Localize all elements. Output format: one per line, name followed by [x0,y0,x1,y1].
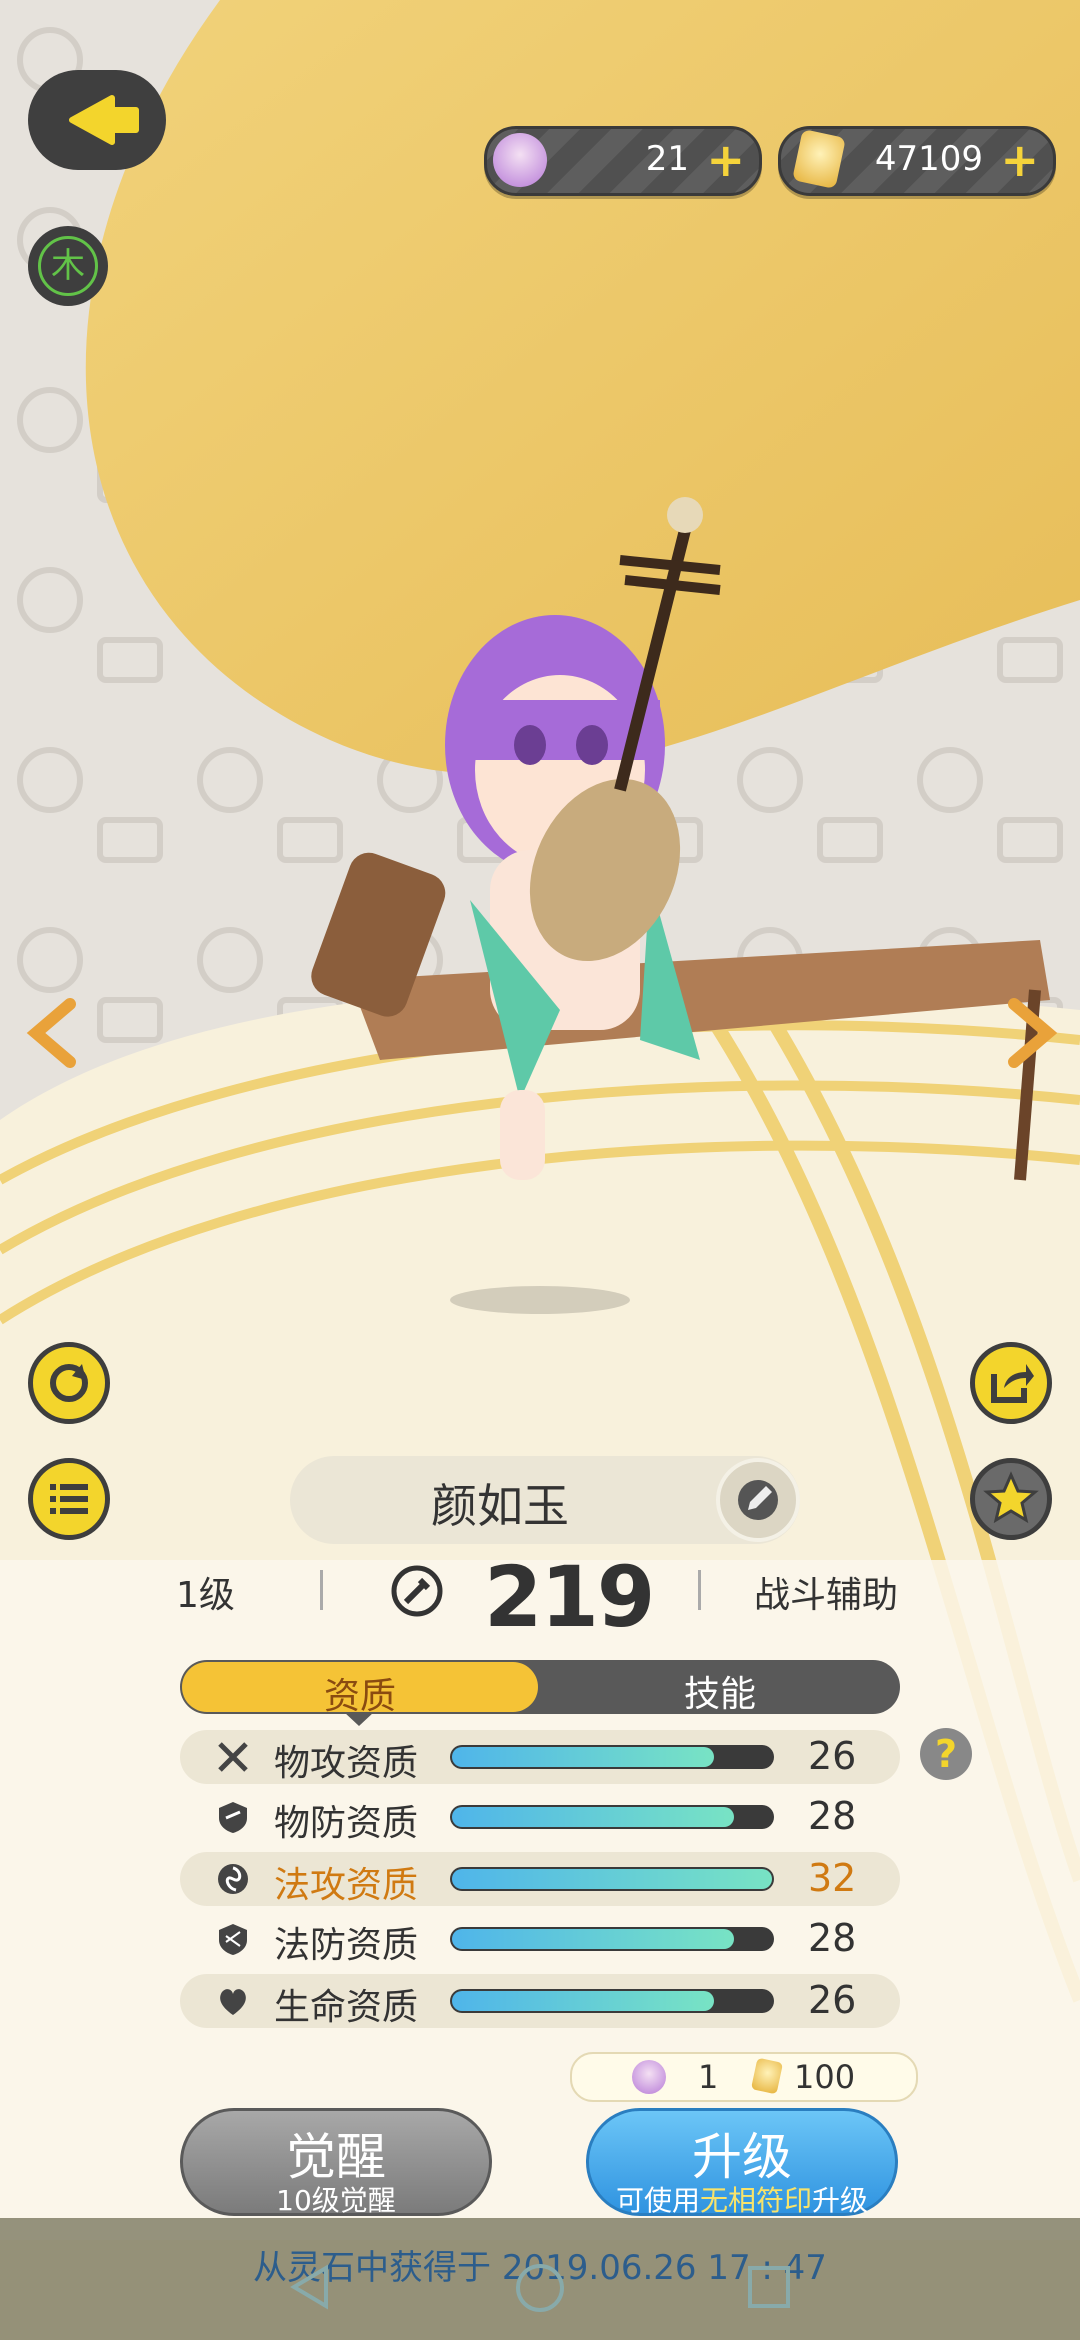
spirit-avatar-icon [493,133,547,187]
character-level: 1级 [176,1575,235,1616]
tab-pointer-icon [344,1712,374,1726]
back-button[interactable] [28,70,166,170]
element-wood-label: 木 [38,236,98,296]
upgrade-button[interactable]: 升级 可使用无相符印升级 [586,2108,898,2219]
footer-bar: 从灵石中获得于 2019.06.26 17 : 47 [0,2218,1080,2340]
back-arrow-icon [69,95,139,145]
character-role: 战斗辅助 [754,1575,899,1616]
crystal-icon [750,2057,784,2095]
tab-skills[interactable]: 技能 [540,1660,900,1714]
attribute-bar [450,1745,774,1769]
attribute-value: 28 [808,1794,857,1838]
attribute-bar-fill [452,1869,772,1889]
attribute-label: 生命资质 [274,1987,419,2028]
attribute-value: 26 [808,1978,857,2022]
attribute-row: 物防资质 28 [180,1790,900,1844]
next-character-icon[interactable] [1002,998,1062,1068]
attribute-row: 物攻资质 26 [180,1730,900,1784]
attribute-bar [450,1867,774,1891]
attribute-row: 法防资质 28 [180,1912,900,1966]
element-badge: 木 [28,226,108,306]
cost-crystals: 100 [794,2058,856,2096]
attribute-label: 物攻资质 [274,1743,419,1784]
favorite-button[interactable] [970,1458,1052,1540]
character-name: 颜如玉 [431,1479,569,1533]
divider [698,1570,701,1610]
spirit-count: 21 [645,139,689,179]
attribute-bar-fill [452,1747,714,1767]
upgrade-subtitle-item: 无相符印 [699,2184,812,2217]
tab-aptitude[interactable]: 资质 [182,1662,538,1714]
upgrade-cost: 1 100 [570,2052,918,2102]
list-icon [50,1484,88,1514]
divider [320,1570,323,1610]
heart-icon [220,1989,246,2015]
nav-home-icon[interactable] [514,2262,566,2314]
spirit-avatar-icon [632,2060,666,2094]
magic-shield-icon [219,1924,247,1955]
nav-recents-icon[interactable] [746,2264,792,2310]
add-spirit-button[interactable]: + [706,133,745,187]
combat-power-icon [391,1565,443,1617]
nav-back-icon[interactable] [286,2262,336,2312]
attribute-label: 法防资质 [274,1925,419,1966]
tab-aptitude-label: 资质 [323,1676,396,1714]
combat-power-value: 219 [484,1548,655,1646]
menu-list-button[interactable] [28,1458,110,1540]
attribute-bar-fill [452,1991,714,2011]
tab-skills-label: 技能 [683,1674,756,1714]
shield-icon [219,1802,247,1833]
attribute-row: 法攻资质 32 [180,1852,900,1906]
add-crystal-button[interactable]: + [1000,133,1039,187]
swords-icon [218,1742,248,1772]
attribute-bar [450,1805,774,1829]
attribute-bar [450,1927,774,1951]
rotate-view-button[interactable] [28,1342,110,1424]
attribute-label: 物防资质 [274,1803,419,1844]
awaken-subtitle: 10级觉醒 [276,2184,396,2217]
upgrade-subtitle-pre: 可使用 [615,2184,700,2217]
crystal-count: 47109 [874,139,983,179]
attribute-value: 28 [808,1916,857,1960]
character-name-bar: 颜如玉 [290,1456,800,1544]
awaken-button[interactable]: 觉醒 10级觉醒 [180,2108,492,2217]
attribute-bar-fill [452,1929,734,1949]
crystal-icon [792,128,846,190]
star-icon [983,1471,1039,1524]
pencil-icon [738,1480,778,1520]
prev-character-icon[interactable] [22,998,82,1068]
share-icon [991,1364,1034,1403]
spirit-currency: 21 + [484,126,762,196]
help-button[interactable]: ? [920,1728,972,1780]
detail-tab-bar: 资质 技能 [180,1660,900,1714]
upgrade-subtitle-post: 升级 [812,2184,869,2217]
attribute-label: 法攻资质 [274,1865,419,1906]
share-button[interactable] [970,1342,1052,1424]
rotate-icon [50,1364,88,1402]
attribute-bar-fill [452,1807,734,1827]
crystal-currency: 47109 + [778,126,1056,196]
attribute-value: 32 [808,1856,857,1900]
magic-swirl-icon [218,1864,248,1894]
attribute-bar [450,1989,774,2013]
attribute-value: 26 [808,1734,857,1778]
rename-button[interactable] [716,1458,800,1542]
cost-spirits: 1 [698,2058,719,2096]
attribute-row: 生命资质 26 [180,1974,900,2028]
upgrade-subtitle: 可使用无相符印升级 [589,2179,895,2219]
